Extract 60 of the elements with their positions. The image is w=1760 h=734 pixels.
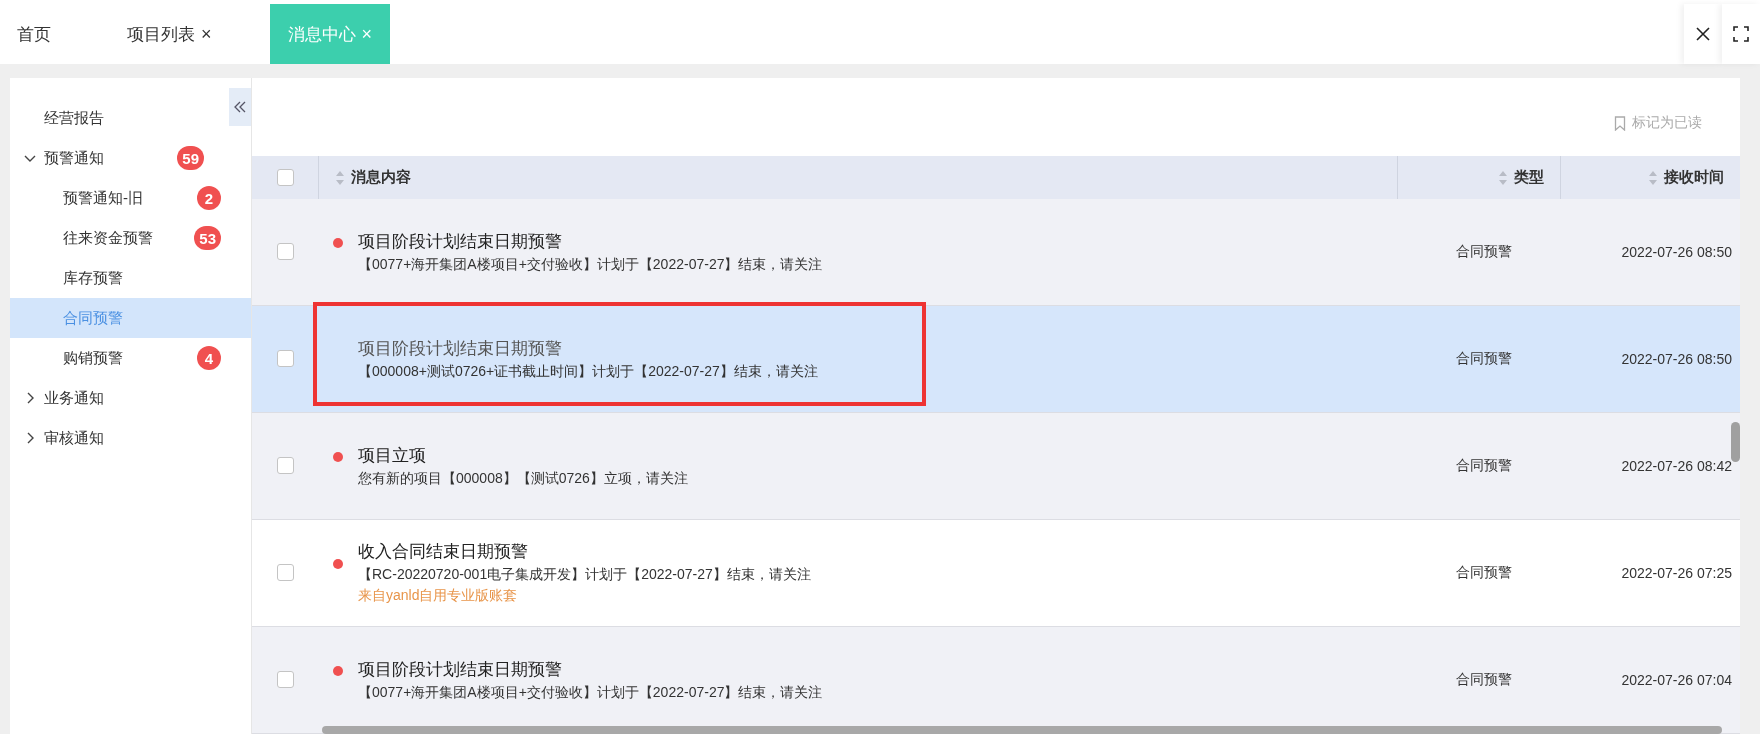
time-cell-text: 2022-07-26 07:04 (1620, 671, 1733, 688)
scrollbar-thumb[interactable] (322, 726, 1722, 734)
close-button[interactable] (1684, 4, 1722, 64)
select-all-checkbox[interactable] (276, 169, 294, 187)
message-row[interactable]: 项目阶段计划结束日期预警 【0077+海开集团A楼项目+交付验收】计划于【2022-07-27】结束，请关注 合同预警 2022-07-26 08:50 (252, 198, 1740, 306)
column-header: 消息内容 (351, 168, 411, 188)
collapse-button[interactable] (229, 88, 251, 126)
time-cell-text: 2022-07-26 08:50 (1620, 350, 1733, 367)
close-icon (1695, 26, 1711, 42)
fullscreen-button[interactable] (1722, 4, 1760, 64)
count-badge: 4 (197, 346, 221, 370)
sidebar-item[interactable]: 库存预警 (10, 258, 251, 298)
message-title: 收入合同结束日期预警 (358, 540, 529, 563)
message-detail: 您有新的项目【000008】【测试0726】立项，请关注 (358, 468, 688, 488)
column-header: 接收时间 (1664, 168, 1724, 188)
sidebar-item[interactable]: 经营报告 (10, 98, 227, 138)
scrollbar-thumb[interactable] (1731, 422, 1740, 462)
sort-icon[interactable] (1648, 169, 1658, 186)
sidebar-item[interactable]: 审核通知 (10, 418, 227, 458)
row-checkbox[interactable] (276, 350, 294, 368)
tab[interactable]: 首页 (0, 4, 69, 64)
sidebar-item[interactable]: 购销预警 4 (10, 338, 251, 378)
double-chevron-left-icon (233, 100, 247, 114)
row-checkbox[interactable] (276, 564, 294, 582)
time-cell-text: 2022-07-26 08:50 (1620, 243, 1733, 260)
count-badge: 2 (197, 186, 221, 210)
row-checkbox[interactable] (276, 457, 294, 475)
message-detail: 【0077+海开集团A楼项目+交付验收】计划于【2022-07-27】结束，请关注 (358, 254, 823, 274)
type-cell-text: 合同预警 (1454, 563, 1513, 582)
fullscreen-icon (1733, 26, 1749, 42)
message-row[interactable]: 项目阶段计划结束日期预警 【000008+测试0726+证书截止时间】计划于【2022-07-27】结束，请关注 合同预警 2022-07-26 08:50 (252, 305, 1740, 413)
message-title: 项目阶段计划结束日期预警 (358, 230, 563, 253)
time-cell-text: 2022-07-26 07:25 (1620, 564, 1733, 581)
message-row[interactable]: 项目阶段计划结束日期预警 【0077+海开集团A楼项目+交付验收】计划于【2022-07-27】结束，请关注 合同预警 2022-07-26 07:04 (252, 626, 1740, 734)
message-row[interactable]: 项目立项 您有新的项目【000008】【测试0726】立项，请关注 合同预警 2022-07-26 08:42 (252, 412, 1740, 520)
type-cell-text: 合同预警 (1454, 242, 1513, 261)
message-source: 来自yanld自用专业版账套 (358, 585, 519, 605)
sort-icon[interactable] (335, 169, 345, 186)
type-cell-text: 合同预警 (1454, 670, 1513, 689)
type-cell-text: 合同预警 (1454, 456, 1513, 475)
sidebar-item[interactable]: 预警通知-旧 2 (10, 178, 251, 218)
column-header: 类型 (1514, 168, 1544, 188)
message-detail: 【000008+测试0726+证书截止时间】计划于【2022-07-27】结束，请关注 (358, 361, 818, 381)
message-title: 项目立项 (358, 444, 427, 467)
message-title: 项目阶段计划结束日期预警 (358, 337, 563, 360)
bookmark-icon (1614, 115, 1626, 131)
message-title: 项目阶段计划结束日期预警 (358, 658, 563, 681)
sort-icon[interactable] (1498, 169, 1508, 186)
row-checkbox[interactable] (276, 671, 294, 689)
sidebar-item[interactable]: 预警通知 59 (10, 138, 227, 178)
sidebar-item[interactable]: 往来资金预警 53 (10, 218, 251, 258)
sidebar-item[interactable]: 业务通知 (10, 378, 227, 418)
tab[interactable]: 项目列表 × (109, 4, 230, 64)
type-cell-text: 合同预警 (1454, 349, 1513, 368)
count-badge: 53 (194, 226, 221, 250)
row-checkbox[interactable] (276, 243, 294, 261)
message-detail: 【RC-20220720-001电子集成开发】计划于【2022-07-27】结束，请关注 (358, 564, 811, 584)
count-badge: 59 (177, 146, 204, 170)
time-cell-text: 2022-07-26 08:42 (1620, 457, 1733, 474)
message-detail: 【0077+海开集团A楼项目+交付验收】计划于【2022-07-27】结束，请关注 (358, 682, 823, 702)
